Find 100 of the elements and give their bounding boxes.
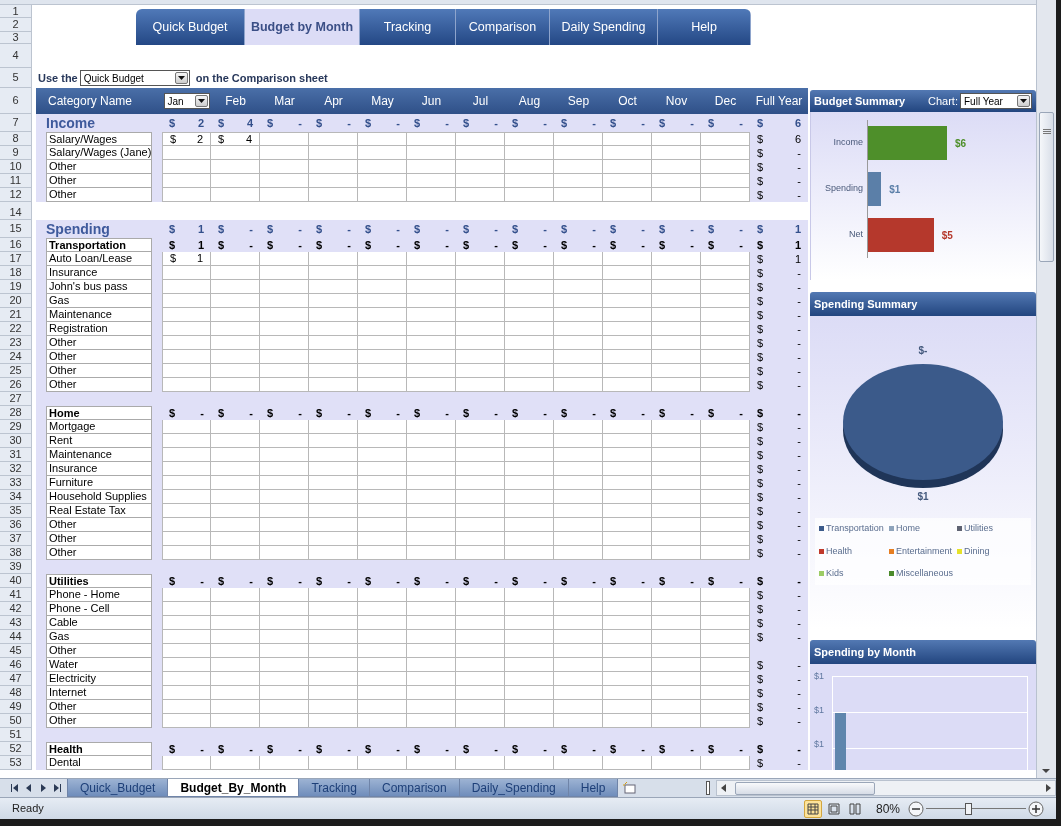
sheet-tab[interactable]: Quick_Budget — [67, 779, 169, 797]
table-cell-text: $ - — [756, 503, 802, 519]
table-cell-text: $ - — [462, 237, 499, 253]
row-label: Maintenance — [46, 308, 152, 322]
table-cell-text: $ - — [560, 237, 597, 253]
table-cell-text: $ - — [217, 237, 254, 253]
row-number: 3 — [0, 32, 32, 44]
row-number: 45 — [0, 644, 32, 658]
nav-tab[interactable]: Quick Budget — [136, 9, 245, 45]
caret-icon — [174, 72, 188, 84]
vertical-scrollbar[interactable] — [1036, 0, 1056, 778]
group-label: Health — [46, 742, 152, 756]
table-cell-text: $ - — [756, 545, 802, 561]
row-number: 6 — [0, 88, 32, 114]
table-cell-text: $ - — [756, 685, 802, 701]
table-cell-text: $ - — [756, 307, 802, 323]
table-cell-text: $ - — [756, 671, 802, 687]
last-icon[interactable] — [52, 783, 62, 793]
row-number: 16 — [0, 238, 32, 252]
view-button[interactable] — [803, 799, 822, 818]
nav-tab[interactable]: Comparison — [456, 9, 550, 45]
table-cell-text: $ - — [756, 517, 802, 533]
column-header: Category Name — [47, 93, 134, 110]
zoom-out-icon[interactable] — [908, 800, 924, 817]
column-header: Full Year — [754, 93, 804, 110]
row-label: Other — [46, 336, 152, 350]
dropdown[interactable]: Jan — [163, 93, 210, 109]
first-icon[interactable] — [10, 783, 20, 793]
table-cell-text: $ - — [609, 237, 646, 253]
row-number: 51 — [0, 728, 32, 742]
sheet-tab[interactable]: Daily_Spending — [458, 779, 569, 797]
row-number: 34 — [0, 490, 32, 504]
table-cell-text: $ - — [756, 587, 802, 603]
table-cell-text: $ 6 — [756, 115, 802, 131]
legend-label: Home — [896, 522, 920, 535]
dropdown[interactable]: Quick Budget — [79, 70, 190, 86]
next-icon[interactable] — [38, 783, 48, 793]
nav-tab[interactable]: Tracking — [360, 9, 456, 45]
table-cell-text: $ - — [756, 419, 802, 435]
table-cell-text: $ - — [364, 237, 401, 253]
legend-label: Dining — [964, 544, 990, 558]
table-cell-text: $ - — [658, 115, 695, 131]
table-cell-text: $ 6 — [756, 131, 802, 147]
scroll-thumb[interactable] — [1039, 112, 1054, 262]
sheet-tab[interactable]: Budget_By_Month — [167, 779, 300, 797]
row-number: 22 — [0, 322, 32, 336]
row-number: 25 — [0, 364, 32, 378]
table-cell-text: $ - — [756, 187, 802, 203]
row-label: Furniture — [46, 476, 152, 490]
dropdown[interactable]: Full Year — [960, 93, 1032, 109]
row-label: Other — [46, 378, 152, 392]
row-number: 43 — [0, 616, 32, 630]
table-cell-text: $ - — [168, 405, 205, 421]
table-cell-text: $ - — [756, 475, 802, 491]
table-cell-text: $ - — [756, 279, 802, 295]
sheet-tab[interactable]: Help — [567, 779, 619, 797]
scroll-thumb[interactable] — [735, 781, 875, 795]
table-cell: $ 2 — [162, 132, 211, 146]
row-label: Dental — [46, 756, 152, 770]
row-label: Other — [46, 518, 152, 532]
table-cell-text: $ - — [707, 221, 744, 237]
column-header: Aug — [517, 93, 542, 110]
table-cell: $ 1 — [162, 252, 211, 266]
previous-icon[interactable] — [24, 783, 34, 793]
row-number: 26 — [0, 378, 32, 392]
table-cell-text: $ 1 — [756, 237, 802, 253]
grip-icon — [1042, 129, 1051, 135]
row-label: Gas — [46, 294, 152, 308]
table-cell-text: $ - — [658, 405, 695, 421]
table-cell-text: $ - — [413, 405, 450, 421]
table-cell-text: $ - — [266, 405, 303, 421]
table-cell-text: $ - — [756, 657, 802, 673]
sheet-tab[interactable]: Tracking — [298, 779, 370, 797]
slider-thumb[interactable] — [965, 802, 972, 815]
table-cell-text: $ - — [756, 741, 802, 757]
row-label: Insurance — [46, 462, 152, 476]
row-label: Other — [46, 546, 152, 560]
insert-sheet-icon[interactable] — [622, 781, 639, 795]
nav-tab[interactable]: Help — [658, 9, 751, 45]
row-number: 18 — [0, 266, 32, 280]
table-cell-text: $ - — [413, 573, 450, 589]
horizontal-scrollbar[interactable] — [716, 780, 1056, 796]
table-cell-text: $ - — [756, 629, 802, 645]
sheet-tab[interactable]: Comparison — [368, 779, 460, 797]
table-cell-text: $ - — [756, 713, 802, 729]
row-number: 12 — [0, 188, 32, 202]
table-cell-text: $ - — [462, 405, 499, 421]
zoom-slider[interactable] — [926, 800, 1026, 817]
bar — [835, 713, 846, 770]
panel-title: Spending by Month — [814, 644, 917, 660]
row-label: Other — [46, 160, 152, 174]
nav-tab[interactable]: Daily Spending — [550, 9, 658, 45]
table-cell-text: $ - — [756, 159, 802, 175]
legend-label: Kids — [826, 567, 844, 580]
table-cell-text: $ - — [707, 115, 744, 131]
zoom-in-icon[interactable] — [1028, 800, 1044, 817]
table-cell-text: $ - — [217, 221, 254, 237]
table-cell-text: $ - — [756, 377, 802, 393]
nav-tab[interactable]: Budget by Month — [245, 9, 360, 45]
table-cell-text: $ - — [756, 363, 802, 379]
